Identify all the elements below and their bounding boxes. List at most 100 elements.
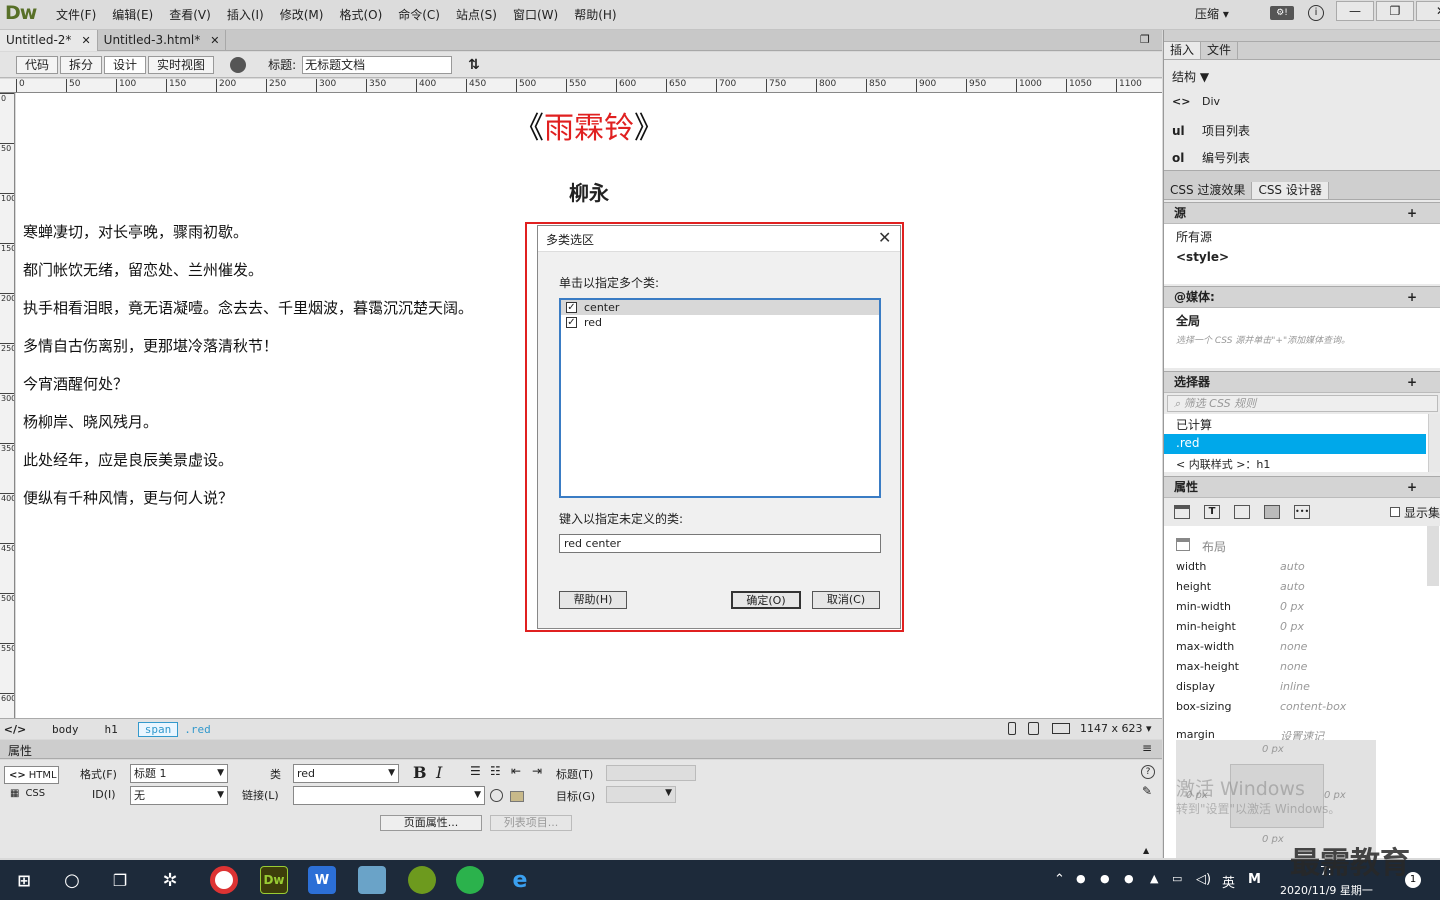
poem-line[interactable]: 便纵有千种风情，更与何人说？ [23,487,233,508]
close-tab-icon[interactable]: ✕ [210,34,219,47]
prop-value[interactable]: none [1280,660,1307,673]
red-span[interactable]: 雨霖铃 [544,111,634,146]
poem-line[interactable]: 寒蝉凄切，对长亭晚，骤雨初歇。 [23,221,248,242]
tab-untitled-2[interactable]: Untitled-2* ✕ [0,29,98,51]
format-select[interactable]: 标题 1 ▼ [130,764,228,783]
italic-icon[interactable]: I [436,763,442,782]
ok-button[interactable]: 确定(O) [731,591,801,609]
checkbox-icon[interactable]: ✓ [566,302,577,313]
selector-computed[interactable]: 已计算 [1164,414,1440,434]
menu-file[interactable]: 文件(F) [48,0,104,30]
close-icon[interactable]: ✕ [1416,1,1440,21]
scrollbar[interactable] [1427,526,1439,586]
html-mode-button[interactable]: <> HTML [4,766,59,784]
poem-line[interactable]: 多情自古伤离别，更那堪冷落清秋节！ [23,335,278,356]
checkbox-icon[interactable]: ✓ [566,317,577,328]
scrollbar[interactable] [1428,414,1440,472]
tag-h1[interactable]: h1 [99,723,124,736]
chevron-up-icon[interactable]: ⌃ [1054,872,1065,887]
app-icon[interactable] [408,866,436,894]
globe-icon[interactable] [230,56,247,73]
tag-body[interactable]: body [46,723,85,736]
insert-category[interactable]: 结构 ▼ [1172,68,1209,85]
prop-value[interactable]: 0 px [1280,600,1304,613]
margin-top-value[interactable]: 0 px [1262,744,1284,755]
ie-icon[interactable]: e [506,866,534,894]
file-transfer-icon[interactable]: ⇅ [468,57,480,73]
workspace-switcher[interactable]: 压缩 ▾ [1195,0,1229,28]
wechat-icon[interactable] [456,866,484,894]
desktop-size-icon[interactable] [1052,723,1070,734]
split-view-button[interactable]: 拆分 [60,55,103,74]
collapse-icon[interactable]: ▲ [1143,846,1149,855]
panel-collapse-strip[interactable] [1164,170,1440,182]
class-item-center[interactable]: ✓ center [561,300,879,315]
help-icon[interactable]: ? [1141,765,1155,779]
code-toggle-icon[interactable]: </> [0,723,30,736]
add-icon[interactable]: + [1407,477,1417,497]
add-icon[interactable]: + [1407,372,1417,392]
prop-value[interactable]: none [1280,640,1307,653]
poem-line[interactable]: 此处经年，应是良辰美景虚设。 [23,449,233,470]
restore-icon[interactable]: ❐ [1376,1,1414,21]
link-input[interactable]: ▼ [293,786,485,805]
text-icon[interactable]: T [1204,505,1220,519]
qq-icon[interactable]: ● [1100,872,1110,885]
tag-class-red[interactable]: .red [178,723,217,736]
poem-line[interactable]: 执手相看泪眼，竟无语凝噎。念去去、千里烟波，暮霭沉沉楚天阔。 [23,297,473,318]
background-icon[interactable] [1264,505,1280,519]
tab-css-designer[interactable]: CSS 设计器 [1252,182,1329,199]
ordered-list-icon[interactable]: ☷ [490,764,501,778]
windows-start-icon[interactable]: ⊞ [10,866,38,894]
info-icon[interactable]: i [1308,5,1324,21]
title-input[interactable] [606,765,696,781]
filter-css-input[interactable]: ⌕ 筛选 CSS 规则 [1167,395,1438,412]
add-icon[interactable]: + [1407,203,1417,223]
tab-css-transitions[interactable]: CSS 过渡效果 [1164,182,1253,199]
page-heading[interactable]: 《雨霖铃》 [16,103,1162,147]
bold-icon[interactable]: B [413,763,427,782]
menu-window[interactable]: 窗口(W) [505,0,566,30]
edit-rule-icon[interactable]: ✎ [1142,784,1152,798]
menu-edit[interactable]: 编辑(E) [104,0,161,30]
chrome-icon[interactable] [210,866,238,894]
menu-site[interactable]: 站点(S) [448,0,505,30]
author-heading[interactable]: 柳永 [16,177,1162,206]
target-select[interactable]: ▼ [606,786,676,803]
mobile-size-icon[interactable] [1008,722,1016,735]
menu-help[interactable]: 帮助(H) [566,0,624,30]
add-icon[interactable]: + [1407,287,1417,307]
help-button[interactable]: 帮助(H) [559,591,627,609]
live-view-button[interactable]: 实时视图 [148,55,215,74]
menu-modify[interactable]: 修改(M) [272,0,332,30]
id-select[interactable]: 无 ▼ [130,786,228,805]
menu-insert[interactable]: 插入(I) [219,0,272,30]
notification-icon[interactable]: ▲ [1150,872,1158,885]
prop-value[interactable]: content-box [1280,700,1346,713]
insert-ol-item[interactable]: ol 编号列表 [1172,149,1250,166]
ime-mode-icon[interactable]: M [1248,872,1261,887]
menu-commands[interactable]: 命令(C) [390,0,448,30]
minimize-icon[interactable]: — [1336,1,1374,21]
outdent-icon[interactable]: ⇤ [511,764,521,778]
tab-insert[interactable]: 插入 [1164,42,1202,59]
notepad-icon[interactable] [358,866,386,894]
media-global[interactable]: 全局 [1176,312,1429,329]
poem-line[interactable]: 都门帐饮无绪，留恋处、兰州催发。 [23,259,263,280]
tab-untitled-3[interactable]: Untitled-3.html* ✕ [98,29,227,51]
source-style[interactable]: <style> [1176,250,1429,264]
selector-red[interactable]: .red [1164,434,1426,454]
cancel-button[interactable]: 取消(C) [812,591,880,609]
show-set-checkbox[interactable] [1390,507,1400,517]
list-item-button[interactable]: 列表项目... [490,815,572,831]
tablet-size-icon[interactable] [1028,722,1039,735]
wechat-tray-icon[interactable]: ● [1076,872,1086,885]
css-mode-button[interactable]: ▦ CSS [10,788,45,799]
source-all[interactable]: 所有源 [1176,228,1429,245]
menu-format[interactable]: 格式(O) [331,0,390,30]
unordered-list-icon[interactable]: ☰ [470,764,481,778]
insert-div-item[interactable]: <> Div [1172,95,1220,108]
clock-date[interactable]: 2020/11/9 星期一 [1280,882,1373,898]
more-icon[interactable]: ••• [1294,505,1310,519]
page-properties-button[interactable]: 页面属性... [380,815,482,831]
